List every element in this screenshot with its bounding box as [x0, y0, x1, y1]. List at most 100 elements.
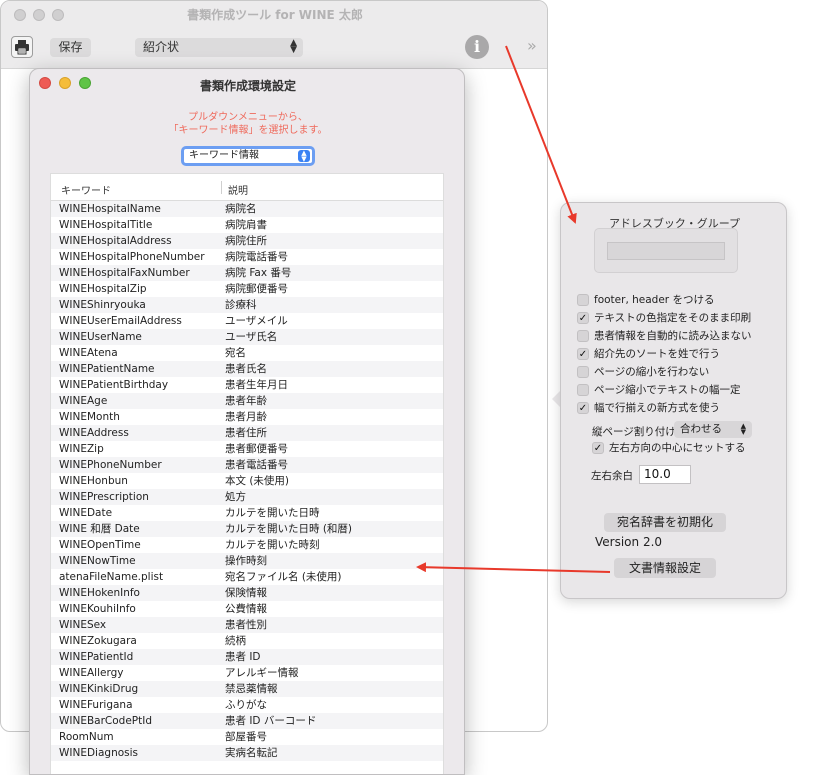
description-cell: 本文 (未使用) [225, 475, 290, 487]
option-label: 患者情報を自動的に読み込まない [594, 330, 752, 342]
document-info-settings-button[interactable]: 文書情報設定 [614, 558, 716, 578]
description-cell: 患者性別 [225, 619, 267, 631]
table-row[interactable]: WINEAtena 宛名 [51, 345, 443, 361]
description-cell: 病院名 [225, 203, 257, 215]
table-row[interactable]: WINEPatientBirthday 患者生年月日 [51, 377, 443, 393]
settings-window-title: 書類作成環境設定 [199, 79, 296, 93]
settings-category-value: キーワード情報 [189, 150, 259, 161]
table-row[interactable]: WINENowTime 操作時刻 [51, 553, 443, 569]
table-row[interactable]: WINEAddress 患者住所 [51, 425, 443, 441]
table-row[interactable]: WINEHospitalFaxNumber 病院 Fax 番号 [51, 265, 443, 281]
option-checkbox[interactable]: ✓ [577, 348, 589, 360]
printer-icon [15, 40, 29, 55]
table-row[interactable]: WINEAllergy アレルギー情報 [51, 665, 443, 681]
table-row[interactable]: WINEPrescription 処方 [51, 489, 443, 505]
keyword-cell: WINEPrescription [59, 491, 149, 503]
keyword-cell: WINEAge [59, 395, 108, 407]
description-cell: 病院肩書 [225, 219, 267, 231]
option-label: ページ縮小でテキストの幅一定 [594, 384, 741, 396]
table-row[interactable]: WINEAge 患者年齢 [51, 393, 443, 409]
table-row[interactable]: RoomNum 部屋番号 [51, 729, 443, 745]
description-cell: 患者 ID バーコード [225, 715, 317, 727]
table-row[interactable]: WINEFurigana ふりがな [51, 697, 443, 713]
table-row[interactable]: WINEPatientName 患者氏名 [51, 361, 443, 377]
table-row[interactable]: WINEBarCodePtId 患者 ID バーコード [51, 713, 443, 729]
print-button[interactable] [11, 36, 33, 58]
instruction-line-1: プルダウンメニューから、 [188, 112, 308, 123]
keyword-cell: WINEPatientBirthday [59, 379, 169, 391]
settings-category-select[interactable]: キーワード情報 ▲ ▼ [181, 146, 315, 166]
keyword-cell: WINEFurigana [59, 699, 133, 711]
checkmark-icon: ✓ [593, 443, 603, 454]
table-row[interactable]: atenaFileName.plist 宛名ファイル名 (未使用) [51, 569, 443, 585]
instruction-text: プルダウンメニューから、 「キーワード情報」を選択します。 [30, 111, 464, 137]
table-row[interactable]: WINEPatientId 患者 ID [51, 649, 443, 665]
table-row[interactable]: WINEDiagnosis 実病名転記 [51, 745, 443, 761]
checkmark-icon: ✓ [578, 313, 588, 324]
table-row[interactable]: WINEHospitalTitle 病院肩書 [51, 217, 443, 233]
column-separator [221, 181, 222, 194]
table-row[interactable]: WINEZip 患者郵便番号 [51, 441, 443, 457]
table-row[interactable]: WINEKinkiDrug 禁忌薬情報 [51, 681, 443, 697]
print-options-popover: アドレスブック・グループ footer, header をつける ✓ テキストの色指… [560, 202, 787, 599]
save-button[interactable]: 保存 [50, 38, 91, 57]
main-window-title: 書類作成ツール for WINE 太郎 [187, 8, 363, 22]
keyword-table[interactable]: キーワード 説明 WINEHospitalName 病院名 WINEHospital… [50, 173, 444, 774]
document-type-select[interactable]: 紹介状 ▲ ▼ [135, 38, 303, 57]
description-cell: ユーザ氏名 [225, 331, 278, 343]
description-cell: 保険情報 [225, 587, 267, 599]
keyword-cell: WINEPatientName [59, 363, 155, 375]
table-row[interactable]: WINEKouhiInfo 公費情報 [51, 601, 443, 617]
instruction-line-2: 「キーワード情報」を選択します。 [168, 125, 328, 136]
horizontal-margin-input[interactable]: 10.0 [639, 465, 691, 484]
vertical-paging-select[interactable]: 合わせる ▲ ▼ [674, 421, 752, 438]
keyword-cell: WINEUserEmailAddress [59, 315, 182, 327]
option-checkbox[interactable]: ✓ [577, 402, 589, 414]
address-book-group-field[interactable] [607, 242, 725, 260]
version-label: Version 2.0 [595, 535, 663, 549]
chevron-updown-icon: ▲ ▼ [740, 422, 746, 436]
table-row[interactable]: WINEHospitalPhoneNumber 病院電話番号 [51, 249, 443, 265]
keyword-cell: WINESex [59, 619, 107, 631]
table-row[interactable]: WINEMonth 患者月齢 [51, 409, 443, 425]
table-row[interactable]: WINEZokugara 続柄 [51, 633, 443, 649]
table-row[interactable]: WINEShinryouka 診療科 [51, 297, 443, 313]
keyword-cell: WINEHospitalName [59, 203, 161, 215]
keyword-cell: WINEUserName [59, 331, 142, 343]
keyword-cell: WINEHonbun [59, 475, 128, 487]
option-label: ページの縮小を行わない [594, 366, 710, 378]
keyword-cell: WINEHospitalAddress [59, 235, 172, 247]
option-checkbox[interactable]: ✓ [577, 312, 589, 324]
description-cell: ふりがな [225, 699, 267, 711]
table-row[interactable]: WINEUserEmailAddress ユーザメイル [51, 313, 443, 329]
description-cell: 宛名 [225, 347, 246, 359]
table-row[interactable]: WINE 和暦 Date カルテを開いた日時 (和暦) [51, 521, 443, 537]
option-checkbox[interactable] [577, 366, 589, 378]
center-horizontal-checkbox[interactable]: ✓ [592, 442, 604, 454]
description-cell: 患者生年月日 [225, 379, 288, 391]
table-row[interactable]: WINEHospitalZip 病院郵便番号 [51, 281, 443, 297]
info-icon[interactable]: i [465, 35, 489, 59]
table-row[interactable]: WINEHospitalName 病院名 [51, 201, 443, 217]
table-row[interactable]: WINEUserName ユーザ氏名 [51, 329, 443, 345]
table-row[interactable]: WINEHospitalAddress 病院住所 [51, 233, 443, 249]
keyword-cell: WINEBarCodePtId [59, 715, 153, 727]
table-row[interactable]: WINEHokenInfo 保険情報 [51, 585, 443, 601]
init-address-dictionary-button[interactable]: 宛名辞書を初期化 [604, 513, 726, 532]
option-checkbox[interactable] [577, 330, 589, 342]
checkmark-icon: ✓ [578, 403, 588, 414]
table-row[interactable]: WINEOpenTime カルテを開いた時刻 [51, 537, 443, 553]
chevron-double-right-icon[interactable]: » [527, 36, 537, 55]
keyword-cell: WINEHospitalFaxNumber [59, 267, 190, 279]
description-cell: 患者 ID [225, 651, 261, 663]
option-checkbox[interactable] [577, 294, 589, 306]
column-header-keyword[interactable]: キーワード [61, 182, 111, 197]
option-checkbox[interactable] [577, 384, 589, 396]
keyword-cell: WINEKouhiInfo [59, 603, 136, 615]
column-header-description[interactable]: 説明 [228, 182, 248, 197]
address-book-group-box [594, 228, 738, 273]
table-row[interactable]: WINEDate カルテを開いた日時 [51, 505, 443, 521]
table-row[interactable]: WINESex 患者性別 [51, 617, 443, 633]
table-row[interactable]: WINEHonbun 本文 (未使用) [51, 473, 443, 489]
table-row[interactable]: WINEPhoneNumber 患者電話番号 [51, 457, 443, 473]
